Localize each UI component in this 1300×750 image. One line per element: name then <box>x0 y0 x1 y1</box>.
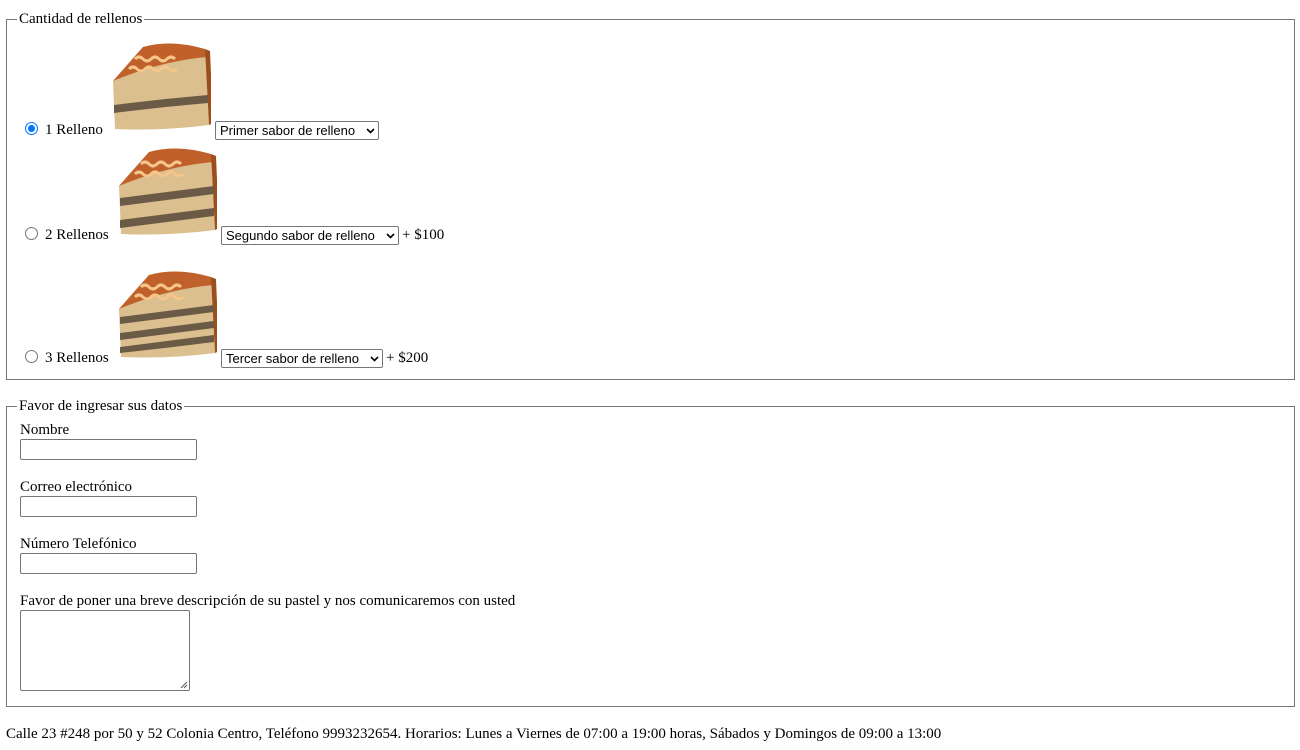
chevron-down-icon <box>366 128 375 134</box>
cake-slice-icon <box>113 43 211 130</box>
cake-slice-icon <box>119 271 217 358</box>
name-input[interactable] <box>20 439 197 460</box>
option-label-2: 2 Rellenos <box>45 227 109 243</box>
select-2-value: Segundo sabor de relleno <box>226 228 375 243</box>
customer-data-fieldset: Favor de ingresar sus datos Nombre Corre… <box>6 396 1295 707</box>
radio-1-relleno[interactable] <box>25 122 38 135</box>
chevron-down-icon <box>370 356 379 362</box>
filling-flavor-select-1[interactable]: Primer sabor de relleno <box>215 121 379 140</box>
filling-flavor-select-3[interactable]: Tercer sabor de relleno <box>221 349 383 368</box>
name-label: Nombre <box>20 422 70 438</box>
phone-label: Número Telefónico <box>20 536 137 552</box>
filling-flavor-select-2[interactable]: Segundo sabor de relleno <box>221 226 399 245</box>
page: Cantidad de rellenos 1 Relleno Primer sa… <box>0 0 1300 750</box>
option-label-1: 1 Relleno <box>45 122 103 138</box>
price-3: + $200 <box>386 350 429 366</box>
radio-2-rellenos[interactable] <box>25 227 38 240</box>
fillings-fieldset: Cantidad de rellenos 1 Relleno Primer sa… <box>6 9 1295 380</box>
email-label: Correo electrónico <box>20 479 133 495</box>
cake-slice-icon <box>119 148 217 235</box>
select-1-value: Primer sabor de relleno <box>220 123 356 138</box>
description-label: Favor de poner una breve descripción de … <box>20 593 516 609</box>
price-2: + $100 <box>402 227 445 243</box>
radio-3-rellenos[interactable] <box>25 350 38 363</box>
footer-address: Calle 23 #248 por 50 y 52 Colonia Centro… <box>6 726 942 742</box>
select-3-value: Tercer sabor de relleno <box>226 351 359 366</box>
option-label-3: 3 Rellenos <box>45 350 109 366</box>
fillings-legend: Cantidad de rellenos <box>17 9 145 29</box>
customer-data-legend: Favor de ingresar sus datos <box>17 396 185 416</box>
description-textarea[interactable] <box>20 610 190 691</box>
chevron-down-icon <box>386 233 395 239</box>
email-input[interactable] <box>20 496 197 517</box>
resize-grip-icon[interactable] <box>180 681 188 689</box>
phone-input[interactable] <box>20 553 197 574</box>
